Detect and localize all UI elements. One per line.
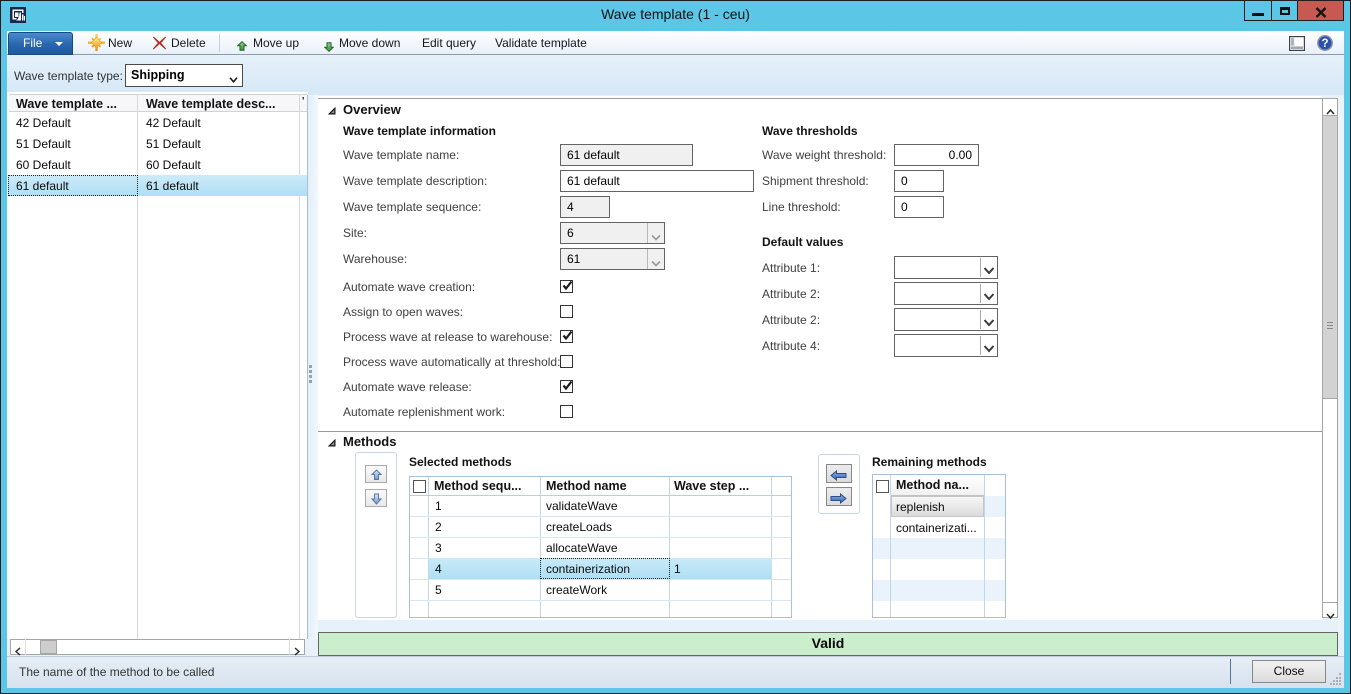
svg-text:?: ? (1321, 38, 1328, 50)
